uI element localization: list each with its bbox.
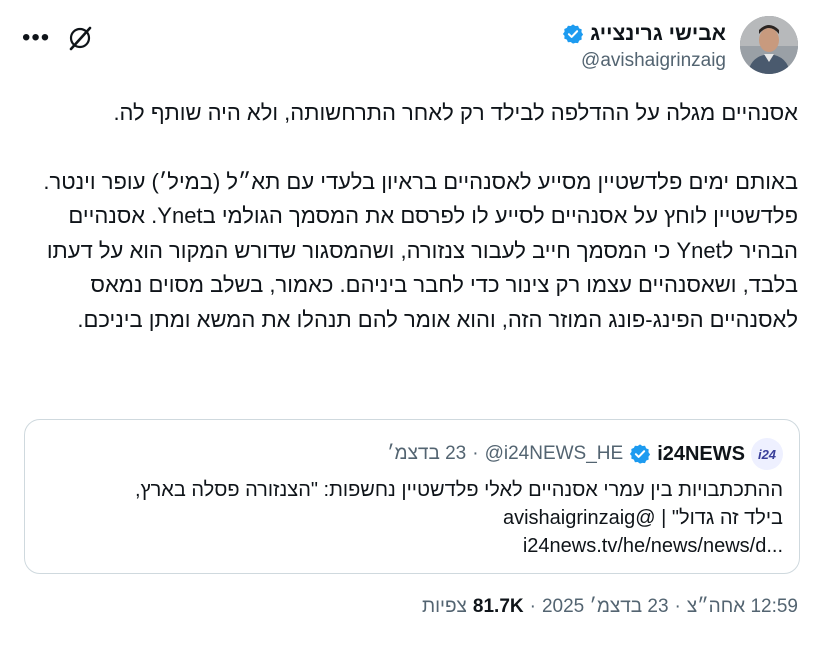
- quoted-date: 23 בדצמ׳: [387, 443, 467, 464]
- author-block: אבישי גרינצייג @avishaigrinzaig: [562, 22, 726, 72]
- quoted-tweet-card[interactable]: i24 i24NEWS @i24NEWS_HE · 23 בדצמ׳ ההתכת…: [24, 419, 800, 574]
- quoted-author-handle: @i24NEWS_HE: [484, 443, 624, 464]
- quoted-line-1: ההתכתבויות בין עמרי אסנהיים לאלי פלדשטיי…: [134, 479, 783, 501]
- more-horizontal-icon[interactable]: •••: [22, 26, 50, 50]
- tweet-header: אבישי גרינצייג @avishaigrinzaig •••: [22, 14, 798, 78]
- quoted-tweet-header: i24 i24NEWS @i24NEWS_HE · 23 בדצמ׳: [387, 438, 783, 470]
- verified-badge-icon: [563, 24, 584, 44]
- author-handle[interactable]: @avishaigrinzaig: [562, 50, 726, 72]
- tweet: אבישי גרינצייג @avishaigrinzaig ••• אסנה…: [0, 0, 820, 654]
- grok-icon[interactable]: [66, 24, 94, 52]
- views-label: צפיות: [421, 596, 467, 617]
- header-actions: •••: [22, 24, 94, 52]
- author-name[interactable]: אבישי גרינצייג: [590, 22, 726, 46]
- quoted-avatar-logo: i24: [757, 446, 777, 462]
- meta-separator: ·: [529, 596, 536, 617]
- tweet-paragraph-2: באותם ימים פלדשטיין מסייע לאסנהיים בראיו…: [43, 168, 798, 332]
- verified-badge-icon: [630, 444, 651, 464]
- tweet-date[interactable]: 23 בדצמ׳ 2025: [542, 596, 669, 618]
- quoted-separator: ·: [472, 443, 479, 464]
- quoted-link[interactable]: i24news.tv/he/news/news/d...: [43, 532, 783, 560]
- views-count: 81.7K: [472, 596, 524, 617]
- tweet-paragraph-1: אסנהיים מגלה על ההדלפה לבילד רק לאחר התר…: [113, 100, 798, 125]
- quoted-tweet-text: ההתכתבויות בין עמרי אסנהיים לאלי פלדשטיי…: [43, 476, 783, 560]
- author-name-row: אבישי גרינצייג: [562, 22, 726, 46]
- quoted-avatar: i24: [751, 438, 783, 470]
- tweet-text: אסנהיים מגלה על ההדלפה לבילד רק לאחר התר…: [22, 96, 798, 337]
- meta-separator: ·: [674, 596, 681, 617]
- tweet-metadata: 12:59 אחה״צ · 23 בדצמ׳ 2025 · 81.7K צפיו…: [422, 596, 798, 618]
- quoted-line-2: בילד זה גדול" | @avishaigrinzaig: [502, 507, 783, 529]
- avatar-image: [740, 16, 798, 74]
- quoted-author-name: i24NEWS: [657, 442, 745, 465]
- avatar[interactable]: [740, 16, 798, 74]
- tweet-time[interactable]: 12:59 אחה״צ: [687, 596, 798, 618]
